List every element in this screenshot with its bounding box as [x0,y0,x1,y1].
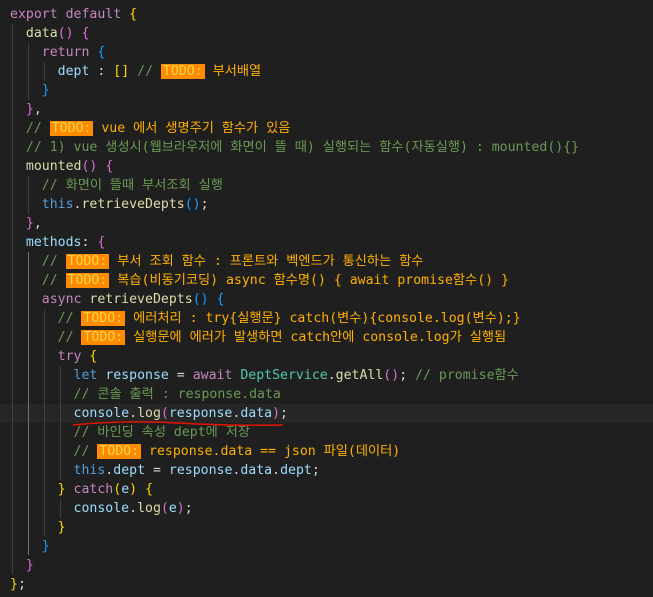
code-line: // TODO: 에러처리 : try{실행문} catch(변수){conso… [57,311,521,326]
code-line: async retrieveDepts() { [41,292,225,307]
code-line: // TODO: response.data == json 파일(데이터) [73,444,401,459]
code-line: methods: { [25,235,106,250]
code-line: }, [25,102,42,117]
code-line: } catch(e) { [57,482,154,497]
code-line: // 화면이 뜰때 부서조회 실행 [41,178,223,193]
code-line: // TODO: 복습(비동기코딩) async 함수명() { await p… [41,273,509,288]
error-squiggle [73,421,283,426]
code-line: dept : [] // TODO: 부서배열 [57,64,262,79]
code-line: // TODO: vue 에서 생명주기 함수가 있음 [25,121,291,136]
code-line: return { [41,45,106,60]
code-line: } [41,539,50,554]
code-line: // 1) vue 생성시(웹브라우저에 화면이 뜰 때) 실행되는 함수(자동… [25,140,580,155]
code-line: this.dept = response.data.dept; [73,463,320,478]
code-line: console.log(e); [73,501,193,516]
code-line: }; [10,577,26,592]
code-line: data() { [25,26,90,41]
code-line: }, [25,216,42,231]
code-line: // TODO: 부서 조회 함수 : 프론트와 벡엔드가 통신하는 함수 [41,254,424,269]
code-line: } [25,558,34,573]
code-line: export default { [10,7,138,22]
code-line: try { [57,349,98,364]
code-line: let response = await DeptService.getAll(… [73,368,519,383]
code-line: this.retrieveDepts(); [41,197,209,212]
code-line: } [57,520,66,535]
code-line: // TODO: 실행문에 에러가 발생하면 catch안에 console.l… [57,330,507,345]
code-line: } [41,83,50,98]
code-line: mounted() { [25,159,114,174]
code-editor[interactable]: export default { data() { return { dept … [0,0,653,597]
code-line: // 콘솔 출력 : response.data [73,387,281,402]
